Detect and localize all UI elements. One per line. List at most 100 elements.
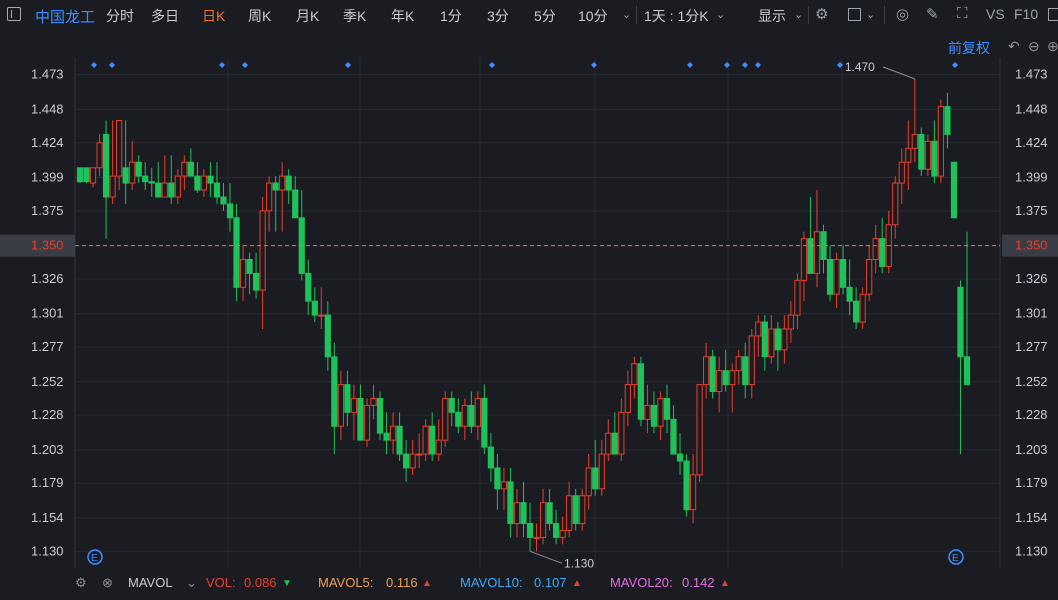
candle-body (500, 481, 508, 490)
price-tick-label: 1.228 (31, 407, 64, 422)
candle-body (761, 321, 768, 358)
candle-body (963, 356, 971, 386)
candle-body (468, 404, 475, 427)
candle-body (520, 502, 527, 525)
candles (76, 78, 971, 552)
candle-body (918, 133, 925, 170)
candle-body (474, 397, 481, 427)
chevron-down-icon[interactable]: ⌄ (186, 575, 197, 591)
price-tick-label: 1.448 (1015, 101, 1048, 116)
candle-body (76, 167, 84, 183)
candle-body (787, 314, 795, 330)
candle-body (957, 286, 964, 358)
candle-body (213, 182, 221, 198)
event-dot (219, 62, 225, 68)
candle-body (709, 356, 716, 393)
candle-body (481, 397, 488, 448)
candle-body (279, 175, 286, 191)
candle-body (846, 286, 853, 302)
candle-body (102, 133, 110, 198)
candle-body (605, 432, 612, 455)
candle-body (416, 453, 423, 456)
price-tick-label: 1.130 (31, 543, 64, 558)
price-tick-label: 1.252 (1015, 374, 1048, 389)
candle-body (461, 404, 468, 427)
candle-body (292, 189, 299, 219)
candle-body (813, 231, 821, 274)
indicator-name[interactable]: MAVOL (128, 575, 173, 590)
kline-chart[interactable]: 1.350 1.350 1.473 1.448 1.424 1.399 1.375 1.3… (0, 0, 1058, 570)
current-price-label-left: 1.350 (31, 238, 64, 253)
candle-body (611, 432, 618, 455)
candle-body (579, 495, 586, 525)
price-tick-label: 1.424 (31, 135, 64, 150)
candle-body (422, 425, 429, 455)
high-leader-line (882, 66, 915, 80)
candle-body (950, 161, 958, 219)
candle-body (161, 182, 168, 198)
candle-body (318, 314, 325, 317)
candle-body (618, 411, 625, 455)
candle-body (689, 474, 697, 511)
candle-body (637, 363, 645, 420)
mavol20-value: 0.142 (682, 575, 715, 590)
price-tick-label: 1.326 (31, 271, 64, 286)
low-price-label: 1.130 (564, 556, 594, 570)
close-icon[interactable]: ⊗ (102, 575, 113, 591)
high-price-label: 1.470 (845, 60, 875, 74)
candle-body (455, 411, 462, 427)
candle-body (553, 523, 560, 538)
candle-body (383, 432, 390, 441)
up-arrow-icon: ▲ (720, 578, 730, 589)
candle-body (389, 425, 397, 441)
candle-body (755, 321, 762, 337)
candle-body (324, 314, 331, 358)
candle-body (200, 175, 208, 191)
candle-body (696, 384, 703, 476)
low-leader-line (529, 550, 563, 564)
candle-body (598, 453, 605, 490)
event-dot (952, 62, 958, 68)
candle-body (800, 238, 808, 281)
price-tick-label: 1.473 (31, 67, 64, 82)
price-tick-label: 1.375 (1015, 203, 1048, 218)
candle-body (122, 167, 129, 184)
candle-body (768, 328, 775, 358)
candle-body (592, 467, 599, 490)
candle-body (376, 397, 384, 434)
candle-body (526, 523, 534, 538)
candle-body (683, 460, 690, 511)
candle-body (559, 529, 566, 538)
price-tick-label: 1.301 (31, 306, 64, 321)
price-tick-label: 1.399 (31, 170, 64, 185)
candle-body (911, 133, 918, 149)
price-tick-label: 1.277 (1015, 339, 1048, 354)
candle-body (402, 453, 410, 469)
candle-body (572, 495, 579, 525)
event-dot (591, 62, 597, 68)
candle-body (142, 175, 149, 183)
candle-body (794, 279, 801, 316)
candle-body (429, 425, 436, 455)
price-tick-label: 1.375 (31, 203, 64, 218)
price-tick-label: 1.228 (1015, 407, 1048, 422)
candle-body (892, 182, 899, 226)
event-marker-left[interactable]: E (87, 549, 103, 565)
candle-body (168, 182, 175, 198)
candle-body (396, 425, 403, 455)
candle-body (220, 196, 227, 205)
settings-gear-icon[interactable]: ⚙ (75, 575, 87, 591)
candle-body (781, 328, 788, 351)
candle-body (344, 384, 351, 413)
price-axis-left: 1.473 1.448 1.424 1.399 1.375 1.326 1.301 1.277… (31, 67, 64, 559)
price-tick-label: 1.399 (1015, 170, 1048, 185)
candle-body (826, 258, 834, 295)
price-tick-label: 1.154 (1015, 510, 1048, 525)
candle-body (96, 142, 103, 169)
candle-body (507, 481, 514, 525)
candle-body (83, 167, 90, 183)
current-price-label-right: 1.350 (1015, 238, 1048, 253)
candle-body (905, 147, 912, 163)
candle-body (174, 175, 181, 198)
event-marker-right[interactable]: E (948, 549, 964, 565)
